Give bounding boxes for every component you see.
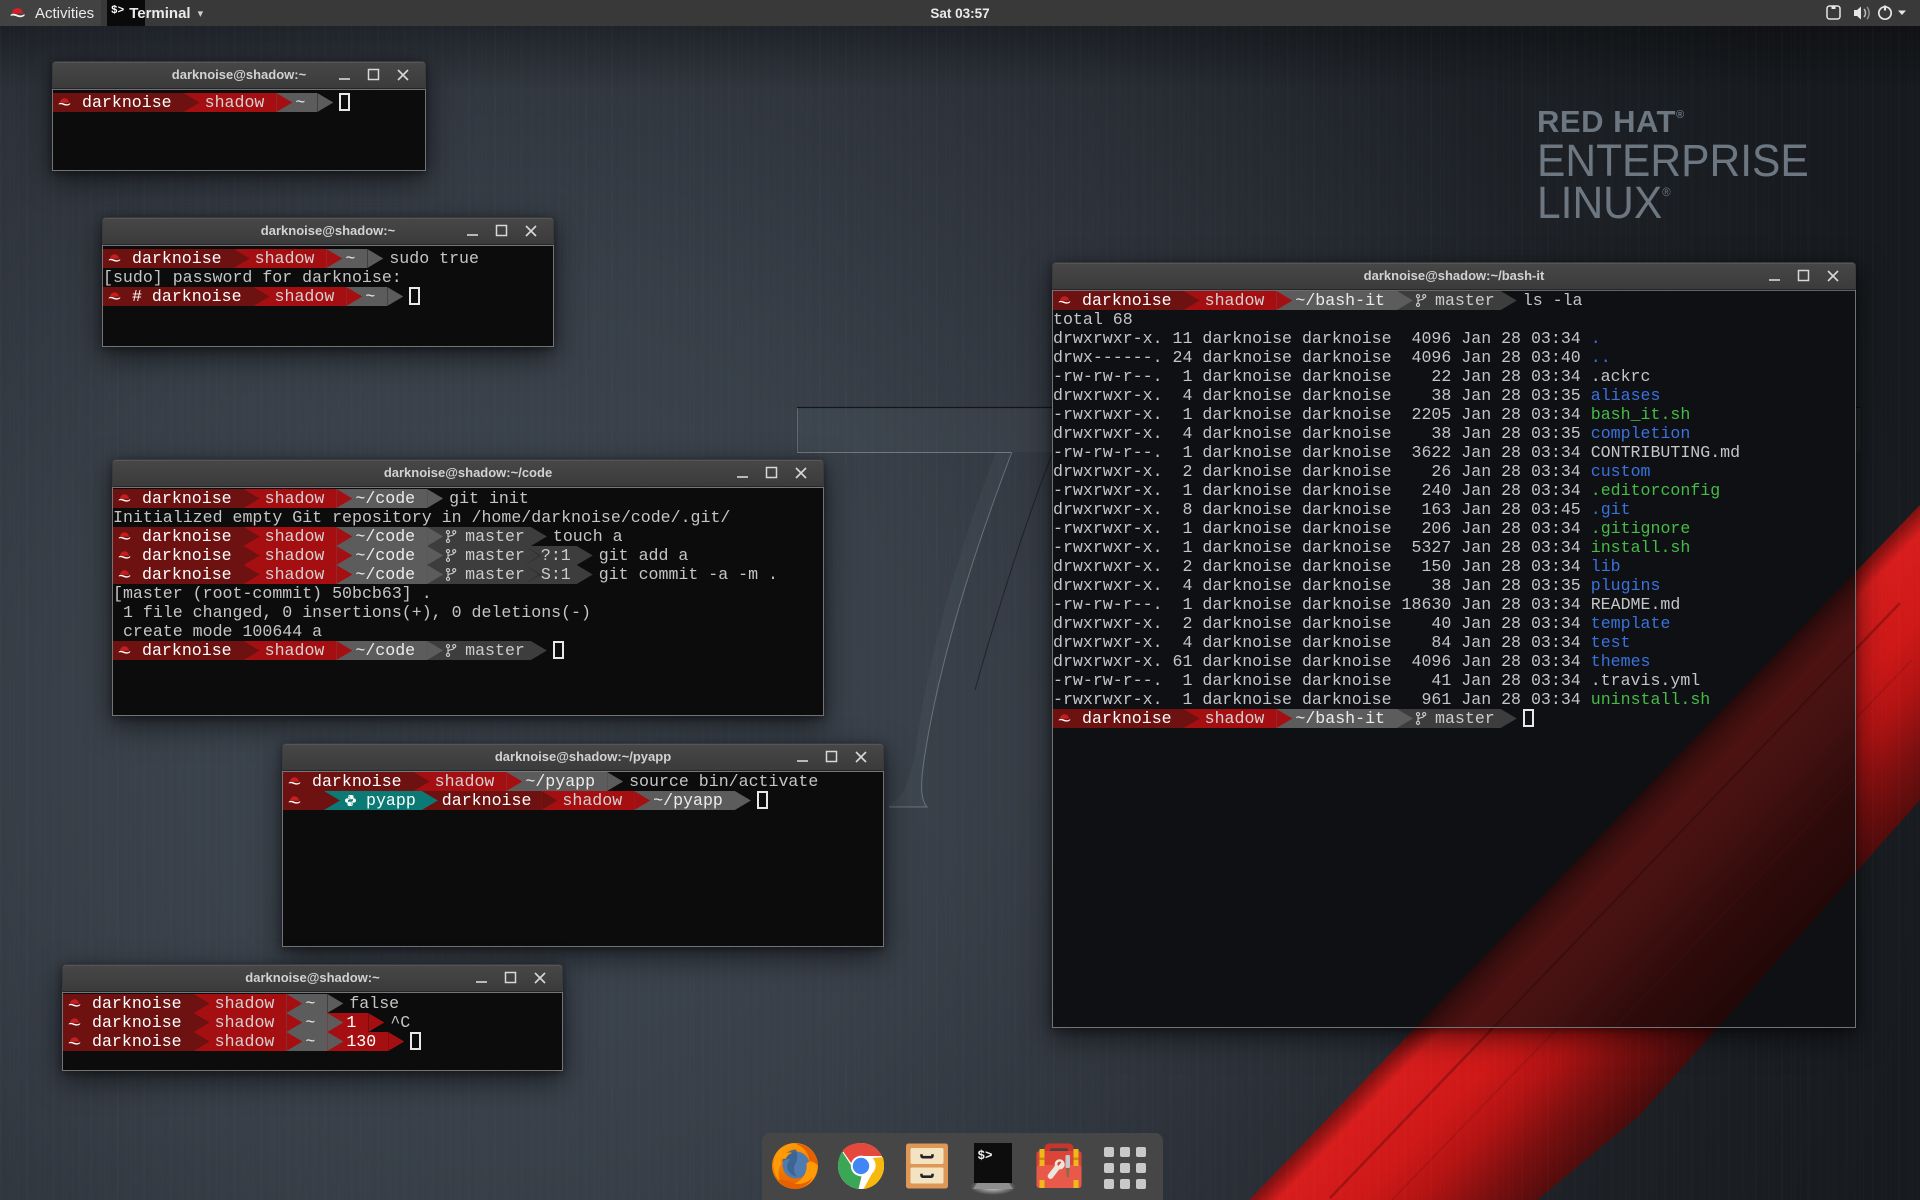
svg-text:$>: $> xyxy=(978,1149,993,1163)
